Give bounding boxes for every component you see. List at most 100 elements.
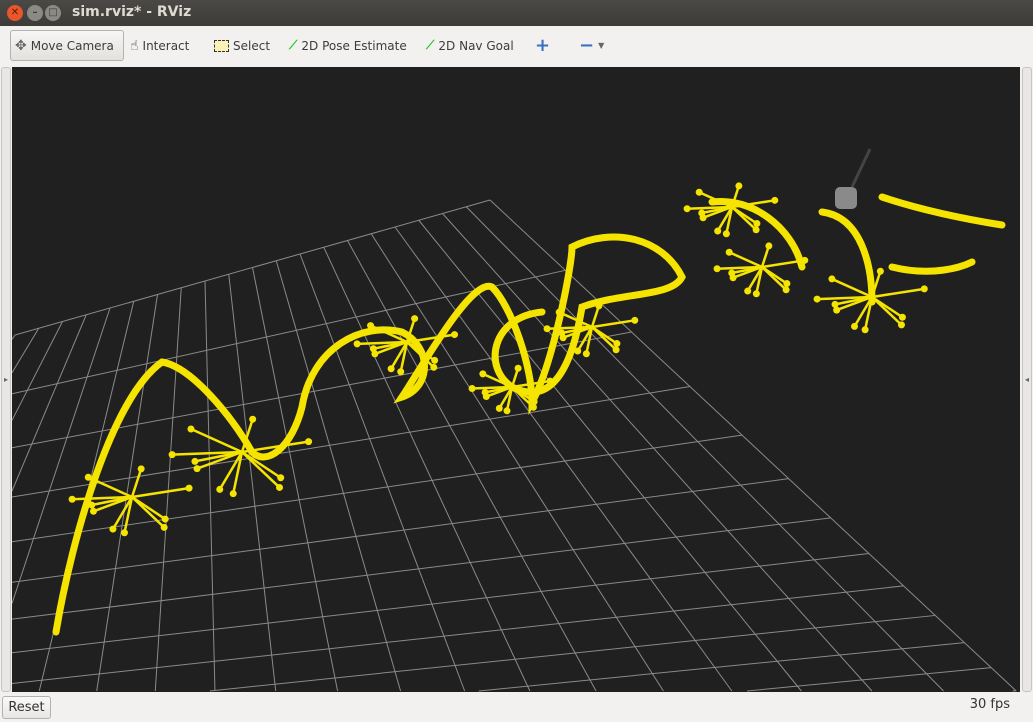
pose-arrow-head xyxy=(735,182,743,190)
grid-line xyxy=(209,614,936,692)
pose-arrow-head xyxy=(543,325,551,333)
trajectory-path xyxy=(888,258,976,275)
maximize-button[interactable]: □ xyxy=(45,5,61,21)
status-bar: Reset 30 fps xyxy=(0,692,1033,722)
pose-arrow-head xyxy=(898,313,906,321)
pose-arrow-head xyxy=(752,290,760,298)
pose-arrow xyxy=(131,486,190,499)
pose-arrow-head xyxy=(714,227,722,235)
pose-arrow-head xyxy=(920,285,928,293)
pose-arrow-head xyxy=(813,295,821,303)
pose-arrow xyxy=(761,266,787,291)
pose-arrow-head xyxy=(771,196,779,204)
pose-arrow-head xyxy=(631,316,639,324)
pose-arrow-head xyxy=(160,523,168,531)
grid-line xyxy=(12,334,16,340)
green-arrow-icon: ⟋ xyxy=(289,38,298,52)
pose-arrow xyxy=(831,277,873,299)
plus-icon: + xyxy=(535,35,551,56)
pose-arrow-head xyxy=(861,326,869,334)
pose-arrow-head xyxy=(387,365,395,373)
grid-line xyxy=(12,434,743,543)
grid-line xyxy=(370,233,664,692)
close-button[interactable]: ✕ xyxy=(7,5,23,21)
pose-arrow-head xyxy=(613,340,621,348)
pose-arrow-head xyxy=(109,525,117,533)
pose-arrow-head xyxy=(752,226,760,234)
nav-goal-button[interactable]: ⟋ 2D Nav Goal xyxy=(422,30,518,61)
pose-arrow-head xyxy=(451,331,459,339)
pose-arrow-head xyxy=(68,495,76,503)
right-panel-handle[interactable]: ◂ xyxy=(1022,67,1032,692)
grid-line xyxy=(323,247,531,692)
pose-estimate-button[interactable]: ⟋ 2D Pose Estimate xyxy=(285,30,411,61)
pose-arrow-head xyxy=(574,347,582,355)
3d-viewport[interactable] xyxy=(12,67,1020,692)
fps-label: 30 fps xyxy=(969,697,1010,712)
pose-arrow-head xyxy=(397,368,405,376)
pose-arrow-head xyxy=(191,457,199,465)
pose-arrow-head xyxy=(411,315,419,323)
add-tool-button[interactable]: + xyxy=(531,30,554,61)
pose-arrow-head xyxy=(744,287,752,295)
pose-arrow-head xyxy=(683,205,691,213)
pose-arrow-head xyxy=(430,363,438,371)
grid-line xyxy=(478,642,965,692)
scene-canvas xyxy=(12,148,1017,692)
reset-button[interactable]: Reset xyxy=(2,696,51,719)
grid-line xyxy=(12,386,691,498)
pose-arrow-head xyxy=(367,322,375,330)
minimize-button[interactable]: – xyxy=(27,5,43,21)
move-camera-button[interactable]: ✥ Move Camera xyxy=(10,30,124,61)
pose-arrow-head xyxy=(783,280,791,288)
pose-arrow-head xyxy=(801,256,809,264)
pose-arrow-head xyxy=(582,350,590,358)
pose-arrow-head xyxy=(229,490,237,498)
grid-line xyxy=(12,314,87,492)
pose-arrow-head xyxy=(479,370,487,378)
pose-arrow-head xyxy=(84,473,92,481)
pose-arrow xyxy=(190,427,243,454)
grid-line xyxy=(275,260,402,692)
pose-arrow-head xyxy=(305,438,313,446)
pose-arrow-head xyxy=(216,485,224,493)
pose-arrow xyxy=(728,251,763,269)
interact-button[interactable]: ☝ Interact xyxy=(126,30,193,61)
pose-arrow-head xyxy=(249,415,257,423)
pose-arrow-head xyxy=(713,265,721,273)
grid-line xyxy=(12,517,831,620)
pose-arrow-head xyxy=(529,403,537,411)
select-button[interactable]: Select xyxy=(210,30,274,61)
pose-arrow-head xyxy=(546,377,554,385)
pose-arrow-head xyxy=(431,356,439,364)
pose-arrow xyxy=(591,319,635,329)
hand-icon: ☝ xyxy=(130,37,139,54)
pose-arrow-head xyxy=(698,209,706,217)
pose-arrow-head xyxy=(695,188,703,196)
chevron-down-icon: ▼ xyxy=(598,41,605,50)
pose-arrow-head xyxy=(88,501,96,509)
pose-arrow-head xyxy=(722,230,730,238)
pose-arrow xyxy=(131,496,166,529)
grid-line xyxy=(12,321,63,421)
pose-arrow-head xyxy=(612,346,620,354)
pose-arrow-head xyxy=(851,322,859,330)
pose-arrow-head xyxy=(187,425,195,433)
pose-arrow xyxy=(871,296,903,326)
pose-arrow-head xyxy=(120,529,128,537)
pose-arrow-head xyxy=(558,329,566,337)
move-camera-icon: ✥ xyxy=(15,37,27,54)
robot-model xyxy=(835,187,857,209)
pose-arrow-head xyxy=(514,364,522,372)
pose-arrow-head xyxy=(728,269,736,277)
pose-arrow-head xyxy=(765,242,773,250)
minus-icon: − xyxy=(579,35,595,56)
pose-arrow-head xyxy=(276,483,284,491)
pose-arrow xyxy=(130,468,143,498)
title-bar: ✕ – □ sim.rviz* - RViz xyxy=(0,0,1033,26)
remove-tool-button[interactable]: − ▼ xyxy=(575,30,608,61)
pose-arrow-head xyxy=(161,515,169,523)
grid-line xyxy=(12,585,904,684)
pose-arrow-head xyxy=(277,474,285,482)
left-panel-handle[interactable]: ▸ xyxy=(1,67,11,692)
